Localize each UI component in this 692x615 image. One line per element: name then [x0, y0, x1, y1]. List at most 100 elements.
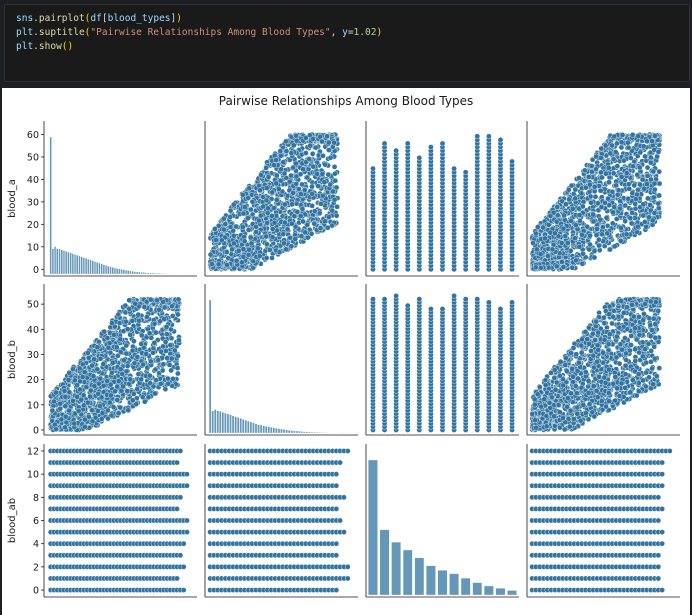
scatter-point	[266, 247, 273, 253]
scatter-point	[610, 209, 616, 216]
scatter-point	[138, 332, 145, 339]
scatter-point	[260, 203, 266, 210]
scatter-point	[315, 183, 321, 189]
scatter-point	[648, 154, 654, 161]
scatter-point	[273, 157, 279, 163]
scatter-point	[618, 225, 624, 231]
scatter-point	[598, 145, 605, 152]
code-token: 1.02	[353, 27, 377, 38]
y-tick-label: 30	[27, 350, 39, 361]
scatter-point	[656, 180, 663, 187]
scatter-point	[333, 212, 340, 219]
histogram-bar	[136, 271, 139, 275]
scatter-point	[265, 205, 271, 212]
histogram-bar	[277, 428, 281, 434]
scatter-point	[302, 229, 308, 236]
scatter-point	[97, 375, 104, 382]
scatter-point	[651, 210, 658, 216]
scatter-point	[545, 253, 551, 259]
scatter-point	[65, 377, 72, 383]
scatter-point	[152, 390, 158, 397]
scatter-point	[95, 390, 101, 397]
subplot-marks	[207, 131, 341, 272]
histogram-bar	[98, 262, 101, 275]
scatter-point	[127, 376, 134, 383]
scatter-point	[57, 400, 63, 407]
code-cell[interactable]: sns.pairplot(df[blood_types]) plt.suptit…	[0, 0, 692, 88]
scatter-point	[283, 148, 290, 155]
scatter-point	[486, 133, 492, 140]
scatter-point	[162, 386, 169, 392]
code-token: plt	[16, 41, 34, 52]
scatter-point	[257, 187, 263, 194]
histogram-bar	[147, 272, 150, 275]
code-editor[interactable]: sns.pairplot(df[blood_types]) plt.suptit…	[4, 4, 690, 82]
scatter-point	[66, 369, 73, 376]
scatter-point	[576, 175, 582, 181]
scatter-point	[567, 247, 574, 254]
scatter-point	[560, 225, 567, 232]
scatter-point	[246, 185, 253, 192]
scatter-point	[143, 334, 150, 341]
scatter-point	[172, 347, 178, 354]
figure-title: Pairwise Relationships Among Blood Types	[219, 94, 473, 108]
scatter-point	[568, 217, 574, 224]
histogram-bar	[54, 246, 57, 275]
scatter-point	[617, 238, 624, 244]
y-tick-label: 50	[27, 300, 39, 311]
scatter-point	[333, 184, 340, 191]
histogram-bar	[131, 271, 134, 275]
scatter-point	[275, 186, 282, 192]
scatter-point	[617, 198, 624, 205]
scatter-point	[143, 351, 150, 357]
scatter-point	[293, 173, 300, 180]
y-tick-label: 20	[27, 220, 39, 231]
scatter-point	[248, 206, 254, 213]
scatter-point	[227, 214, 233, 220]
histogram-bar	[158, 273, 161, 275]
scatter-point	[580, 203, 586, 210]
scatter-point	[207, 251, 214, 258]
scatter-point	[537, 251, 544, 258]
scatter-point	[82, 416, 88, 423]
scatter-point	[598, 169, 604, 176]
scatter-point	[89, 362, 95, 369]
scatter-point	[293, 132, 299, 139]
scatter-point	[145, 394, 152, 401]
code-token: df	[90, 13, 102, 24]
histogram-bar	[280, 428, 283, 434]
scatter-point	[87, 387, 94, 394]
scatter-point	[138, 376, 144, 383]
scatter-point	[588, 199, 594, 206]
scatter-point	[416, 155, 423, 161]
scatter-point	[538, 264, 544, 271]
scatter-point	[613, 216, 620, 222]
scatter-point	[66, 407, 72, 414]
histogram-bar	[89, 259, 92, 275]
scatter-point	[320, 152, 326, 159]
scatter-point	[321, 179, 328, 186]
pairplot-figure: Pairwise Relationships Among Blood Types…	[7, 94, 680, 598]
scatter-point	[326, 214, 332, 220]
scatter-point	[598, 204, 605, 210]
histogram-bar	[151, 272, 154, 275]
scatter-point	[650, 194, 657, 201]
scatter-point	[497, 137, 504, 143]
scatter-point	[572, 195, 579, 202]
code-token: "Pairwise Relationships Among Blood Type…	[90, 27, 331, 38]
scatter-point	[107, 349, 114, 356]
scatter-point	[317, 133, 323, 140]
scatter-point	[572, 186, 579, 193]
scatter-point	[642, 219, 648, 225]
scatter-point	[134, 386, 140, 392]
histogram-bar	[85, 258, 88, 275]
histogram-bar	[109, 266, 112, 275]
y-tick-label: 20	[27, 375, 39, 386]
scatter-point	[596, 242, 602, 249]
code-token: plt	[16, 27, 34, 38]
scatter-point	[106, 399, 113, 406]
scatter-point	[264, 241, 270, 247]
scatter-point	[576, 212, 583, 218]
code-line-1: sns.pairplot(df[blood_types])	[16, 13, 182, 24]
scatter-point	[168, 367, 174, 374]
